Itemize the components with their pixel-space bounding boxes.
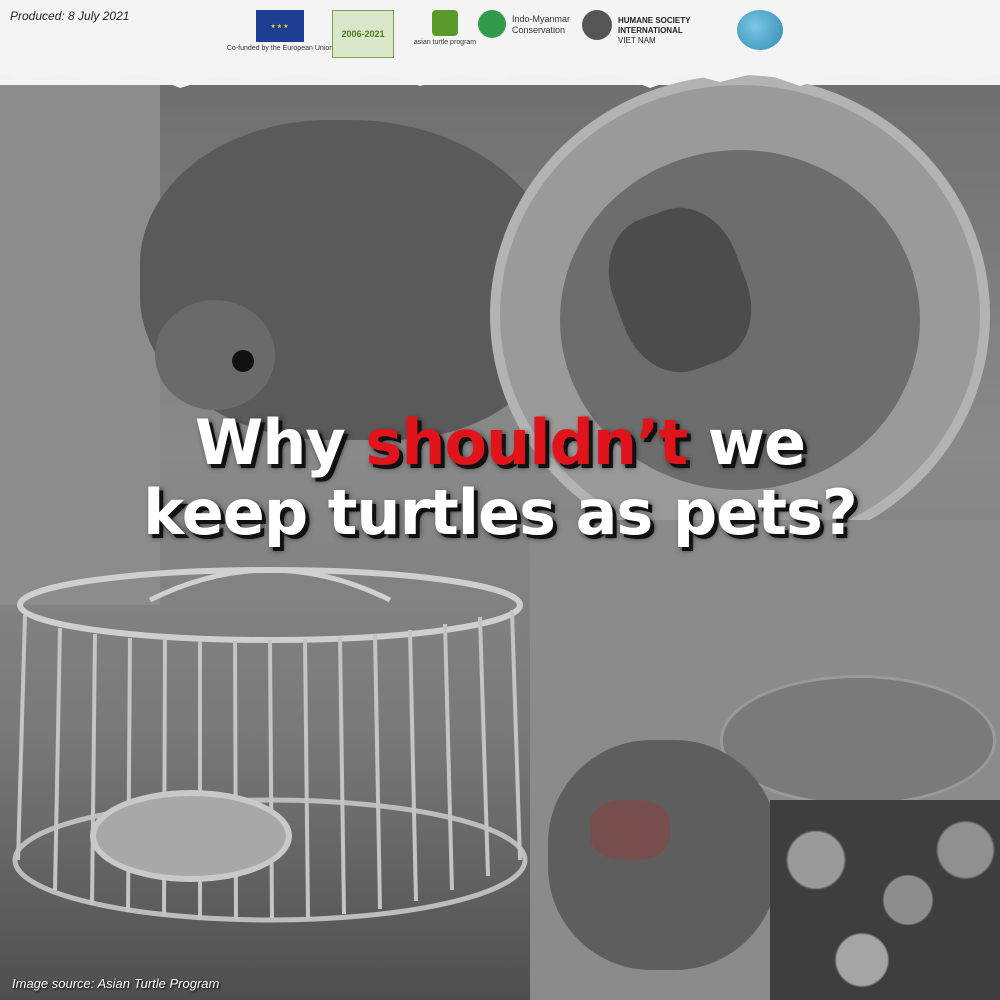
tortoise-head [155, 300, 275, 410]
turtle-shell-icon [478, 10, 506, 38]
partner-logos: ★★★ Co-funded by the European Union 2006… [227, 10, 795, 65]
anniversary-badge: 2006-2021 [332, 10, 394, 58]
zoo-logo [730, 10, 790, 65]
headline-line2: keep turtles as pets? [143, 476, 858, 549]
atp-icon [432, 10, 458, 36]
atp-caption: asian turtle program [413, 39, 477, 46]
anniversary-logo: 2006-2021 [332, 10, 394, 65]
eu-logo: ★★★ Co-funded by the European Union [227, 10, 333, 65]
cage [12, 567, 528, 923]
tortoise-front [548, 740, 778, 970]
headline-highlight: shouldn’t [365, 406, 688, 479]
poster: Produced: 8 July 2021 ★★★ Co-funded by t… [0, 0, 1000, 1000]
globe-icon [737, 10, 783, 50]
water-dish [90, 790, 292, 882]
eu-flag-icon: ★★★ [256, 10, 304, 42]
hsi-logo: HUMANE SOCIETY INTERNATIONAL VIET NAM [582, 10, 722, 65]
image-source: Image source: Asian Turtle Program [12, 976, 220, 991]
hsi-line1: HUMANE SOCIETY [618, 16, 691, 25]
headline-part1: Why [194, 406, 366, 479]
imc-caption: Indo-Myanmar Conservation [512, 14, 570, 36]
hsi-caption: HUMANE SOCIETY INTERNATIONAL VIET NAM [618, 16, 690, 46]
imc-line2: Conservation [512, 25, 566, 35]
produced-date: Produced: 8 July 2021 [10, 9, 130, 23]
asian-turtle-program-logo: asian turtle program [413, 10, 477, 65]
tortoise-marking [590, 800, 670, 860]
hsi-line2: INTERNATIONAL [618, 26, 683, 35]
eu-caption: Co-funded by the European Union [226, 45, 334, 52]
header-bar: Produced: 8 July 2021 ★★★ Co-funded by t… [0, 0, 1000, 75]
imc-line1: Indo-Myanmar [512, 14, 571, 24]
headline: Why shouldn’t we keep turtles as pets? [0, 408, 1000, 548]
hsi-line3: VIET NAM [618, 36, 656, 45]
pebbles [770, 800, 1000, 1000]
hsi-icon [582, 10, 612, 40]
tortoise-eye [232, 350, 254, 372]
headline-part2: we [687, 406, 806, 479]
headline-line1: Why shouldn’t we [0, 408, 1000, 478]
imc-logo: Indo-Myanmar Conservation [478, 10, 578, 65]
